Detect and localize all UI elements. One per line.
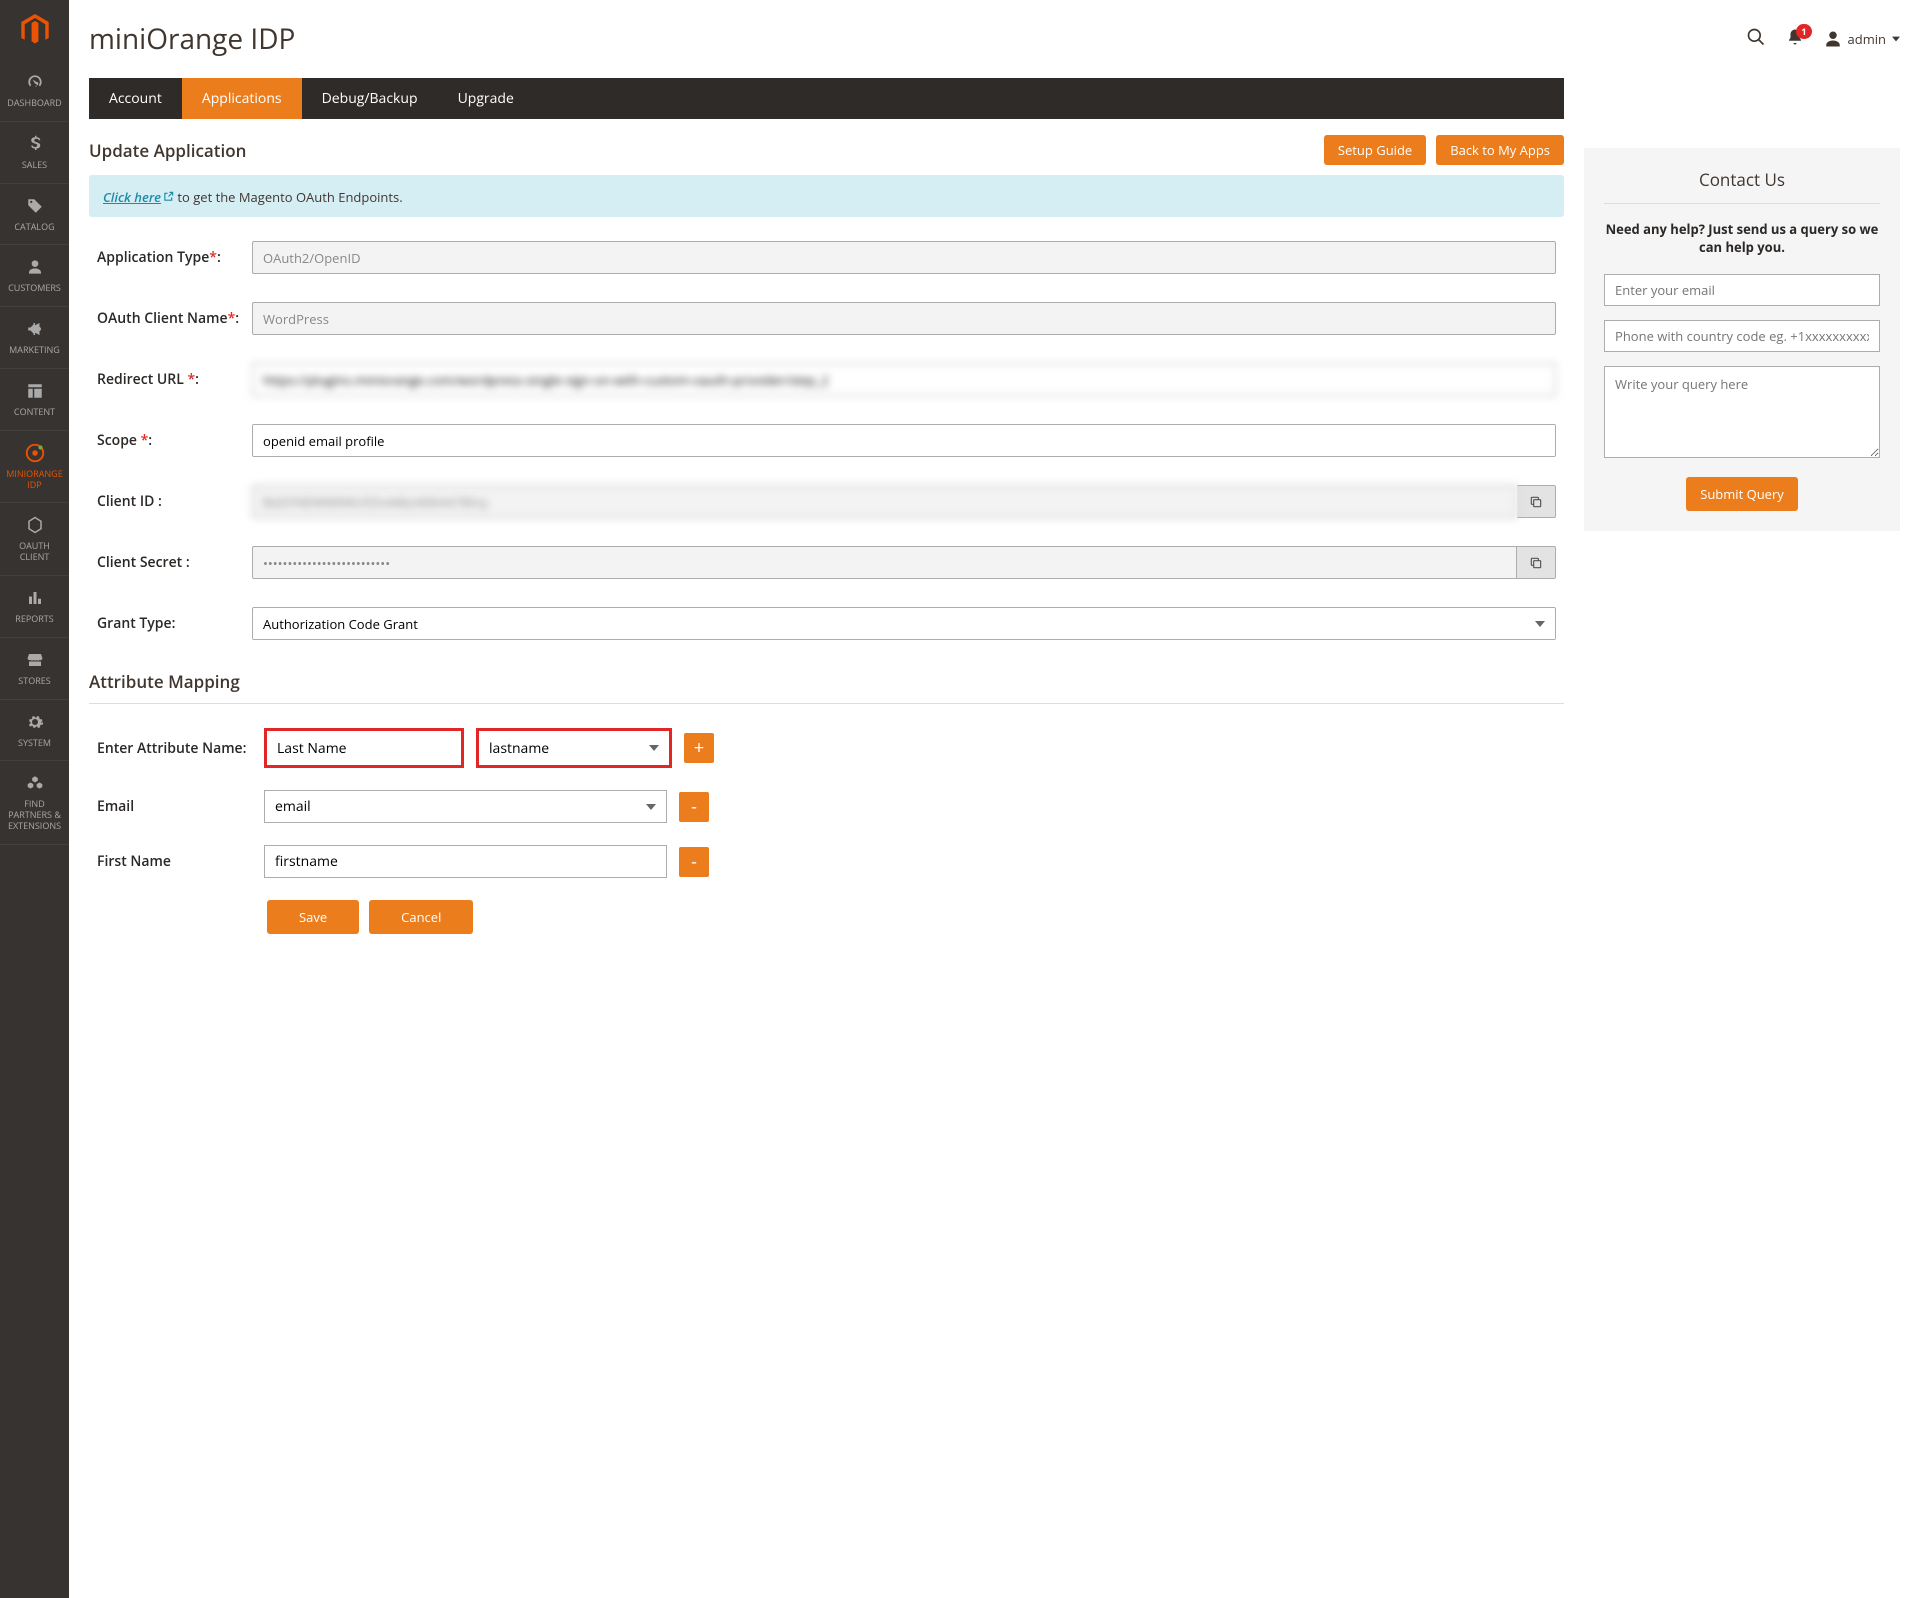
- banner-text: to get the Magento OAuth Endpoints.: [174, 188, 403, 206]
- sidebar-label: SYSTEM: [14, 738, 55, 749]
- contact-submit-button[interactable]: Submit Query: [1686, 477, 1798, 511]
- app-type-label: Application Type*:: [97, 248, 252, 267]
- contact-email-input[interactable]: [1604, 274, 1880, 306]
- scope-input[interactable]: [252, 424, 1556, 457]
- search-icon: [1746, 27, 1766, 47]
- dollar-icon: [26, 132, 44, 156]
- sidebar-item-miniorange-idp[interactable]: miniOrange IDP: [0, 431, 69, 504]
- contact-title: Contact Us: [1604, 168, 1880, 204]
- contact-card: Contact Us Need any help? Just send us a…: [1584, 148, 1900, 531]
- sidebar-item-stores[interactable]: STORES: [0, 638, 69, 700]
- client-name-label: OAuth Client Name*:: [97, 309, 252, 328]
- tab-bar: Account Applications Debug/Backup Upgrad…: [89, 78, 1564, 119]
- sidebar-label: REPORTS: [11, 614, 57, 625]
- notification-badge: 1: [1796, 24, 1811, 39]
- sidebar-item-reports[interactable]: REPORTS: [0, 576, 69, 638]
- tab-upgrade[interactable]: Upgrade: [438, 78, 534, 119]
- tab-applications[interactable]: Applications: [182, 78, 302, 119]
- sidebar-item-dashboard[interactable]: DASHBOARD: [0, 60, 69, 122]
- sidebar-item-customers[interactable]: CUSTOMERS: [0, 245, 69, 307]
- search-button[interactable]: [1746, 27, 1766, 52]
- hexagon-icon: [26, 513, 44, 537]
- sidebar-label: FIND PARTNERS & EXTENSIONS: [2, 799, 67, 831]
- grant-type-select[interactable]: Authorization Code Grant: [252, 607, 1556, 640]
- page-title: miniOrange IDP: [89, 20, 295, 58]
- contact-subtitle: Need any help? Just send us a query so w…: [1604, 220, 1880, 256]
- copy-client-secret-button[interactable]: [1517, 546, 1556, 579]
- notifications-button[interactable]: 1: [1786, 28, 1804, 51]
- main-content: miniOrange IDP 1 admin: [69, 0, 1920, 1598]
- client-id-label: Client ID :: [97, 492, 252, 511]
- boxes-icon: [26, 771, 44, 795]
- tag-icon: [26, 194, 44, 218]
- sidebar-item-system[interactable]: SYSTEM: [0, 700, 69, 762]
- attr-email-select[interactable]: email: [264, 790, 667, 823]
- enter-attr-label: Enter Attribute Name:: [97, 739, 252, 758]
- attr-add-button[interactable]: +: [684, 733, 714, 763]
- back-to-apps-button[interactable]: Back to My Apps: [1436, 135, 1564, 165]
- info-banner: Click here to get the Magento OAuth Endp…: [89, 175, 1564, 217]
- sidebar-label: DASHBOARD: [3, 98, 65, 109]
- client-secret-label: Client Secret :: [97, 553, 252, 572]
- miniorange-icon: [24, 441, 46, 465]
- person-icon: [27, 255, 43, 279]
- attr-row-label-email: Email: [97, 797, 252, 816]
- user-icon: [1824, 30, 1842, 48]
- application-form: Application Type*: OAuth Client Name*: R…: [89, 241, 1564, 640]
- client-secret-input[interactable]: [252, 546, 1517, 579]
- save-button[interactable]: Save: [267, 900, 359, 934]
- chevron-down-icon: [1892, 36, 1900, 42]
- gear-icon: [26, 710, 44, 734]
- magento-logo[interactable]: [0, 0, 69, 60]
- attr-remove-button[interactable]: -: [679, 792, 709, 822]
- redirect-url-label: Redirect URL *:: [97, 370, 252, 389]
- redirect-url-input[interactable]: [252, 363, 1556, 396]
- sidebar-label: miniOrange IDP: [2, 469, 67, 491]
- sidebar-item-marketing[interactable]: MARKETING: [0, 307, 69, 369]
- sidebar-label: STORES: [14, 676, 54, 687]
- sidebar-label: CONTENT: [10, 407, 59, 418]
- copy-client-id-button[interactable]: [1517, 485, 1556, 518]
- bullhorn-icon: [26, 317, 44, 341]
- copy-icon: [1529, 556, 1543, 570]
- admin-sidebar: DASHBOARD SALES CATALOG CUSTOMERS MARKET…: [0, 0, 69, 1598]
- store-icon: [26, 648, 44, 672]
- tab-debug-backup[interactable]: Debug/Backup: [302, 78, 438, 119]
- bar-chart-icon: [26, 586, 44, 610]
- attr-mapping-title: Attribute Mapping: [89, 670, 1564, 704]
- sidebar-item-partners[interactable]: FIND PARTNERS & EXTENSIONS: [0, 761, 69, 844]
- layout-icon: [26, 379, 44, 403]
- section-title: Update Application: [89, 139, 246, 162]
- scope-label: Scope *:: [97, 431, 252, 450]
- sidebar-label: CUSTOMERS: [4, 283, 65, 294]
- cancel-button[interactable]: Cancel: [369, 900, 473, 934]
- attr-remove-button[interactable]: -: [679, 847, 709, 877]
- attr-map-select[interactable]: lastname: [476, 728, 672, 768]
- client-id-input[interactable]: [252, 485, 1517, 518]
- attr-row-label-firstname: First Name: [97, 852, 252, 871]
- attr-name-input[interactable]: [264, 728, 464, 768]
- sidebar-label: SALES: [18, 160, 51, 171]
- app-type-input[interactable]: [252, 241, 1556, 274]
- sidebar-label: CATALOG: [10, 222, 58, 233]
- gauge-icon: [25, 70, 45, 94]
- client-name-input[interactable]: [252, 302, 1556, 335]
- sidebar-label: OAUTH CLIENT: [2, 541, 67, 563]
- external-link-icon: [163, 191, 174, 202]
- user-label: admin: [1848, 30, 1886, 48]
- contact-phone-input[interactable]: [1604, 320, 1880, 352]
- sidebar-label: MARKETING: [5, 345, 64, 356]
- sidebar-item-catalog[interactable]: CATALOG: [0, 184, 69, 246]
- contact-query-textarea[interactable]: [1604, 366, 1880, 458]
- sidebar-item-content[interactable]: CONTENT: [0, 369, 69, 431]
- tab-account[interactable]: Account: [89, 78, 182, 119]
- attr-firstname-input[interactable]: [264, 845, 667, 878]
- setup-guide-button[interactable]: Setup Guide: [1324, 135, 1426, 165]
- copy-icon: [1529, 495, 1543, 509]
- grant-type-label: Grant Type:: [97, 614, 252, 633]
- sidebar-item-sales[interactable]: SALES: [0, 122, 69, 184]
- user-menu[interactable]: admin: [1824, 30, 1900, 48]
- sidebar-item-oauth-client[interactable]: OAUTH CLIENT: [0, 503, 69, 576]
- endpoints-link[interactable]: Click here: [103, 188, 174, 206]
